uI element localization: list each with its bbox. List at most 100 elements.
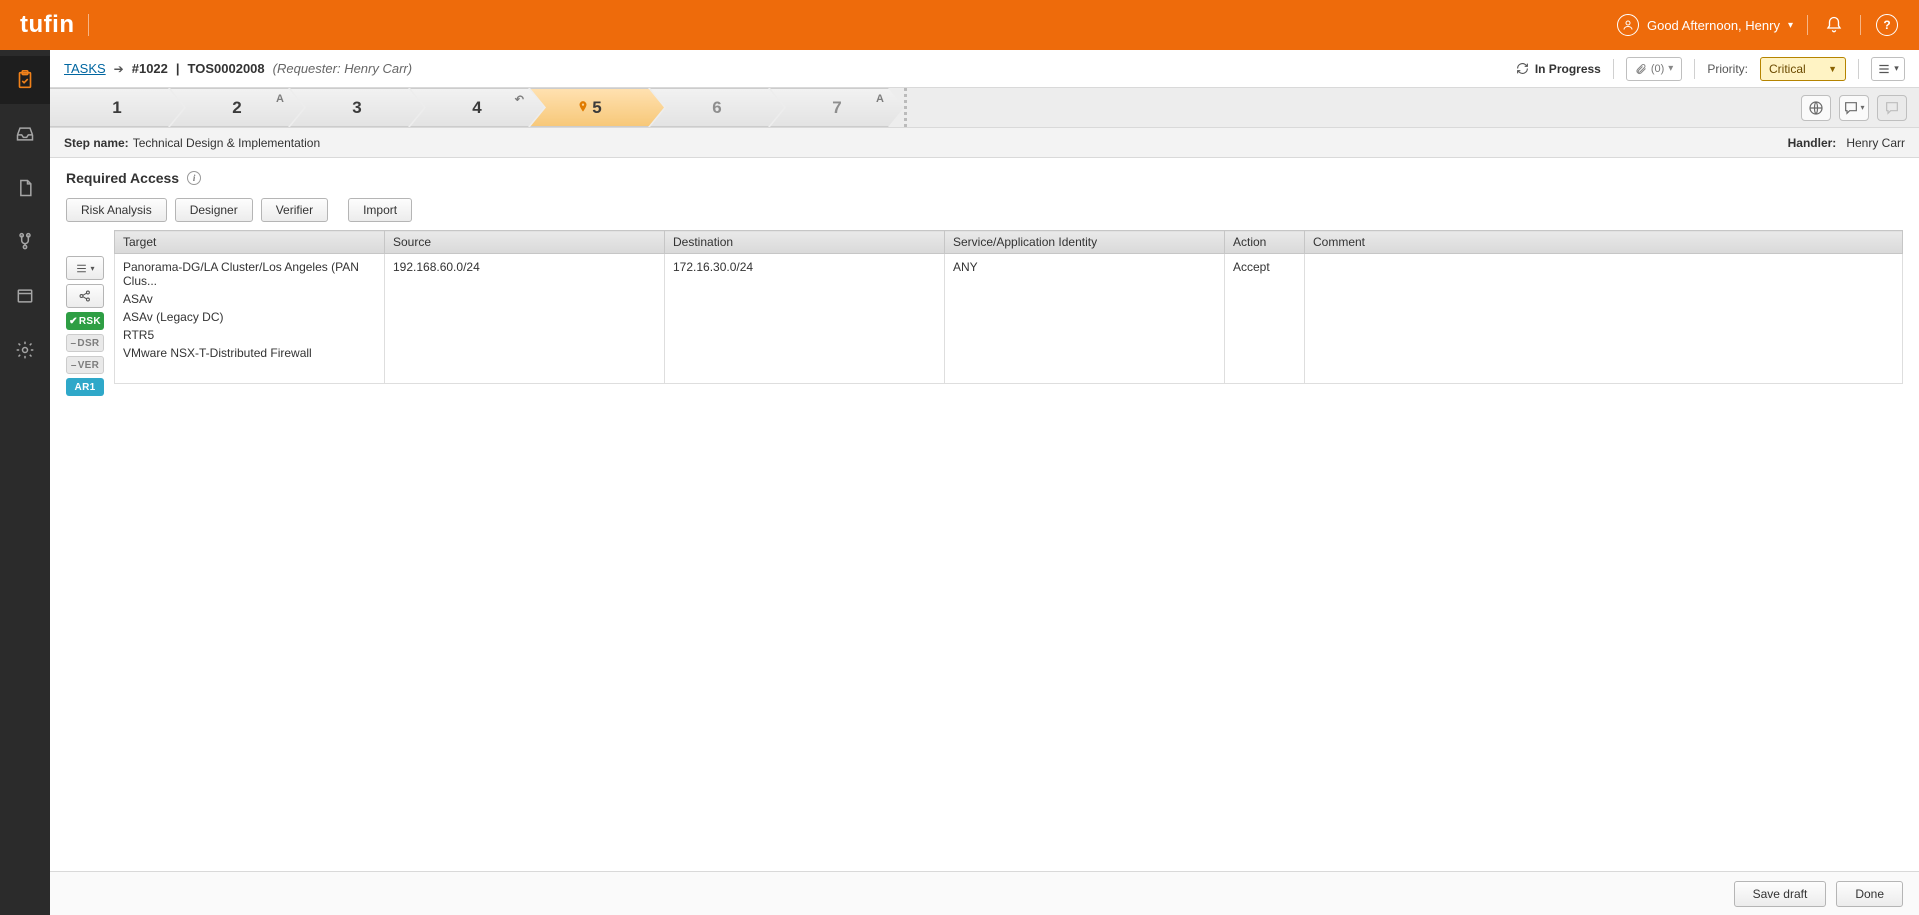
step-2[interactable]: 2A <box>170 88 304 127</box>
row-topology-button[interactable] <box>66 284 104 308</box>
breadcrumb-bar: TASKS ➔ #1022 | TOS0002008 (Requester: H… <box>50 50 1919 88</box>
pipe: | <box>176 61 180 76</box>
col-action[interactable]: Action <box>1225 231 1305 254</box>
priority-label: Priority: <box>1707 62 1748 76</box>
sidebar-item-workflow[interactable] <box>0 218 50 266</box>
user-menu[interactable]: Good Afternoon, Henry ▾ <box>1617 14 1793 36</box>
chevron-down-icon: ▾ <box>1894 63 1899 74</box>
step-6[interactable]: 6 <box>650 88 784 127</box>
chevron-down-icon: ▾ <box>1668 63 1673 74</box>
sidebar-item-inbox[interactable] <box>0 110 50 158</box>
gear-icon <box>15 340 35 360</box>
menu-icon <box>1877 62 1891 76</box>
help-button[interactable]: ? <box>1875 13 1899 37</box>
bell-icon <box>1825 16 1843 34</box>
row-controls: ▾ ✔RSK –DSR –VER AR1 <box>66 230 108 396</box>
clipboard-check-icon <box>14 69 36 91</box>
cell-service: ANY <box>945 254 1225 384</box>
document-icon <box>15 178 35 198</box>
divider <box>1860 15 1861 35</box>
target-item: ASAv (Legacy DC) <box>123 310 376 324</box>
import-button[interactable]: Import <box>348 198 412 222</box>
step-name-label: Step name: <box>64 136 129 150</box>
access-grid: Target Source Destination Service/Applic… <box>114 230 1903 384</box>
comment-icon <box>1884 100 1900 116</box>
cell-destination: 172.16.30.0/24 <box>665 254 945 384</box>
pin-icon <box>576 99 590 119</box>
breadcrumb-ticket-id: #1022 <box>132 61 168 76</box>
sidebar <box>0 50 50 915</box>
section-title: Required Access i <box>66 170 1903 186</box>
step-mark: ↶ <box>515 93 524 106</box>
col-source[interactable]: Source <box>385 231 665 254</box>
step-7[interactable]: 7A <box>770 88 904 127</box>
handler-label: Handler: <box>1788 136 1837 150</box>
workflow-steps: 1 2A 3 4↶ 5 6 7A <box>50 88 1919 128</box>
chevron-down-icon: ▼ <box>1828 64 1837 74</box>
sidebar-item-documents[interactable] <box>0 164 50 212</box>
status-badge-ar1: AR1 <box>66 378 104 396</box>
table-row[interactable]: Panorama-DG/LA Cluster/Los Angeles (PAN … <box>115 254 1903 384</box>
chevron-down-icon: ▾ <box>1860 103 1864 112</box>
divider <box>1858 59 1859 79</box>
divider <box>1807 15 1808 35</box>
target-item: ASAv <box>123 292 376 306</box>
breadcrumb-ticket-ref: TOS0002008 <box>188 61 265 76</box>
cell-action: Accept <box>1225 254 1305 384</box>
step-1[interactable]: 1 <box>50 88 184 127</box>
target-item: VMware NSX-T-Distributed Firewall <box>123 346 376 360</box>
target-item: Panorama-DG/LA Cluster/Los Angeles (PAN … <box>123 260 376 288</box>
arrow-right-icon: ➔ <box>114 62 124 76</box>
sidebar-item-browser[interactable] <box>0 272 50 320</box>
chevron-down-icon: ▾ <box>1788 20 1793 31</box>
help-icon: ? <box>1876 14 1898 36</box>
status-badge-rsk: ✔RSK <box>66 312 104 330</box>
ticket-actions-menu[interactable]: ▾ <box>1871 57 1905 81</box>
step-meta-bar: Step name: Technical Design & Implementa… <box>50 128 1919 158</box>
view-mode-button[interactable] <box>1801 95 1831 121</box>
step-4[interactable]: 4↶ <box>410 88 544 127</box>
ticket-status: In Progress <box>1516 62 1601 76</box>
sidebar-item-settings[interactable] <box>0 326 50 374</box>
verifier-button[interactable]: Verifier <box>261 198 328 222</box>
col-target[interactable]: Target <box>115 231 385 254</box>
handler-value: Henry Carr <box>1846 136 1905 150</box>
info-icon[interactable]: i <box>187 171 201 185</box>
section-action-buttons: Risk Analysis Designer Verifier Import <box>66 198 1903 222</box>
priority-select[interactable]: Critical ▼ <box>1760 57 1846 81</box>
divider <box>1613 59 1614 79</box>
user-avatar-icon <box>1617 14 1639 36</box>
footer-bar: Save draft Done <box>50 871 1919 915</box>
chevron-down-icon: ▾ <box>90 264 94 273</box>
inbox-icon <box>15 124 35 144</box>
menu-icon <box>75 262 88 275</box>
risk-analysis-button[interactable]: Risk Analysis <box>66 198 167 222</box>
top-bar: tufin Good Afternoon, Henry ▾ ? <box>0 0 1919 50</box>
notifications-button[interactable] <box>1822 13 1846 37</box>
col-comment[interactable]: Comment <box>1305 231 1903 254</box>
designer-button[interactable]: Designer <box>175 198 253 222</box>
brand-logo: tufin <box>20 11 74 39</box>
globe-icon <box>1808 100 1824 116</box>
sidebar-item-tasks[interactable] <box>0 56 50 104</box>
row-menu-button[interactable]: ▾ <box>66 256 104 280</box>
priority-value: Critical <box>1769 62 1806 76</box>
refresh-icon <box>1516 62 1529 75</box>
step-name-value: Technical Design & Implementation <box>133 136 320 150</box>
step-3[interactable]: 3 <box>290 88 424 127</box>
breadcrumb-tasks-link[interactable]: TASKS <box>64 61 106 76</box>
col-destination[interactable]: Destination <box>665 231 945 254</box>
cell-target: Panorama-DG/LA Cluster/Los Angeles (PAN … <box>123 260 376 360</box>
step-mark: A <box>276 93 284 105</box>
attachment-count: (0) <box>1651 63 1664 75</box>
step-5[interactable]: 5 <box>530 88 664 127</box>
breadcrumb-requester: (Requester: Henry Carr) <box>273 61 412 76</box>
comment-button[interactable]: ▾ <box>1839 95 1869 121</box>
cell-comment <box>1305 254 1903 384</box>
attachments-button[interactable]: (0) ▾ <box>1626 57 1682 81</box>
col-service[interactable]: Service/Application Identity <box>945 231 1225 254</box>
cell-source: 192.168.60.0/24 <box>385 254 665 384</box>
target-item: RTR5 <box>123 328 376 342</box>
save-draft-button[interactable]: Save draft <box>1734 881 1827 907</box>
done-button[interactable]: Done <box>1836 881 1903 907</box>
